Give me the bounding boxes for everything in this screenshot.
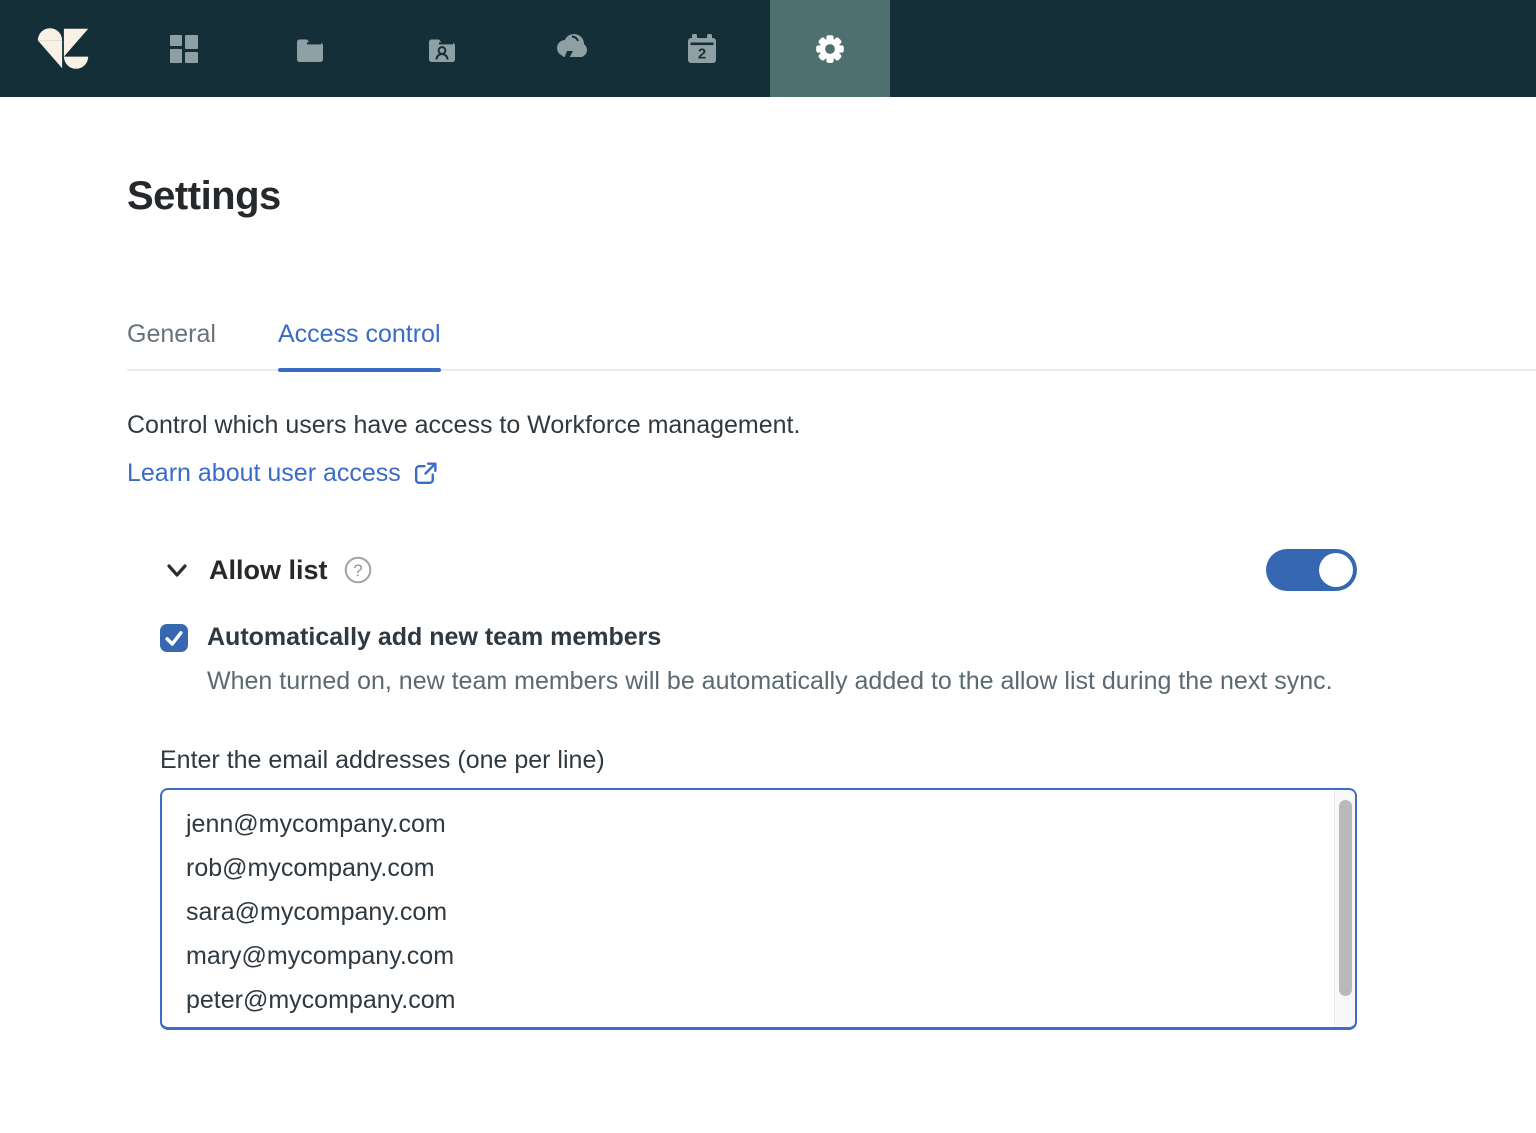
toggle-knob bbox=[1319, 553, 1353, 587]
tab-bar: General Access control bbox=[127, 320, 1536, 371]
textarea-scrollbar[interactable] bbox=[1334, 790, 1355, 1027]
svg-text:2: 2 bbox=[698, 45, 706, 62]
allow-list-toggle-on[interactable] bbox=[1266, 549, 1357, 591]
svg-text:?: ? bbox=[353, 561, 362, 580]
auto-add-description: When turned on, new team members will be… bbox=[207, 661, 1342, 701]
learn-link-label: Learn about user access bbox=[127, 459, 401, 488]
email-addresses-input[interactable]: jenn@mycompany.com rob@mycompany.com sar… bbox=[162, 790, 1334, 1027]
folder-icon bbox=[294, 32, 326, 66]
learn-about-user-access-link[interactable]: Learn about user access bbox=[127, 459, 439, 488]
checkmark-icon bbox=[162, 626, 186, 650]
nav-team-button[interactable] bbox=[410, 0, 474, 97]
email-addresses-label: Enter the email addresses (one per line) bbox=[160, 746, 1357, 775]
allow-list-section: Allow list ? Automatically add new team … bbox=[160, 548, 1357, 1030]
nav-settings-button-active[interactable] bbox=[770, 0, 890, 97]
auto-add-checkbox-checked[interactable] bbox=[160, 624, 188, 652]
allow-list-title: Allow list bbox=[209, 555, 328, 586]
tab-access-control[interactable]: Access control bbox=[278, 320, 441, 369]
nav-dashboard-button[interactable] bbox=[152, 0, 216, 97]
help-icon[interactable]: ? bbox=[343, 555, 373, 585]
team-folder-icon bbox=[426, 32, 458, 66]
auto-add-label: Automatically add new team members bbox=[207, 623, 661, 652]
storm-cloud-icon bbox=[553, 30, 589, 68]
gear-icon bbox=[813, 32, 847, 66]
tab-general[interactable]: General bbox=[127, 320, 216, 369]
scrollbar-thumb[interactable] bbox=[1339, 800, 1352, 996]
auto-add-row: Automatically add new team members bbox=[160, 623, 1357, 652]
dashboard-icon bbox=[169, 34, 199, 64]
nav-forecast-button[interactable] bbox=[539, 0, 603, 97]
email-textarea-container: jenn@mycompany.com rob@mycompany.com sar… bbox=[160, 788, 1357, 1030]
nav-schedule-button[interactable]: 2 bbox=[670, 0, 734, 97]
zendesk-logo-icon[interactable] bbox=[36, 26, 90, 71]
calendar-icon: 2 bbox=[686, 32, 718, 66]
allow-list-header: Allow list ? bbox=[160, 548, 1357, 592]
access-control-description: Control which users have access to Workf… bbox=[127, 411, 1536, 440]
settings-page: Settings General Access control Control … bbox=[0, 97, 1536, 1030]
nav-documents-button[interactable] bbox=[278, 0, 342, 97]
collapse-section-button[interactable] bbox=[163, 556, 191, 584]
chevron-down-icon bbox=[164, 557, 190, 583]
page-title: Settings bbox=[127, 97, 1536, 220]
external-link-icon bbox=[412, 460, 439, 487]
top-navbar: 2 bbox=[0, 0, 1536, 97]
